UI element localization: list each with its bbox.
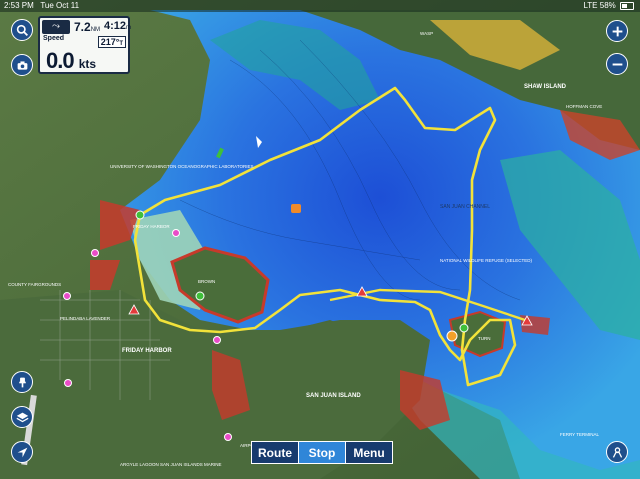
zoom-out-button[interactable]	[606, 53, 628, 75]
label-brown: BROWN	[198, 279, 215, 284]
status-time: 2:53 PM	[4, 1, 34, 10]
label-wildlife-refuge: NATIONAL WILDLIFE REFUGE (SELECTED)	[440, 258, 533, 263]
status-bar: 2:53 PM Tue Oct 11 LTE 58%	[0, 0, 640, 12]
eta-readout: 4:12m	[104, 20, 131, 32]
search-icon	[16, 24, 28, 36]
label-hoffman-cove: HOFFMAN COVE	[566, 104, 602, 109]
instrument-panel[interactable]: ⤳ 7.2NM 4:12m Speed 217°T 0.0 kts	[38, 16, 131, 74]
menu-button[interactable]: Menu	[346, 442, 392, 463]
label-argyle-lagoon: ARGYLE LAGOON SAN JUAN ISLANDS MARINE	[120, 462, 222, 467]
distance-readout: 7.2NM	[74, 20, 100, 34]
search-button[interactable]	[11, 19, 33, 41]
label-turn: TURN	[478, 336, 491, 341]
label-friday-harbor: FRIDAY HARBOR	[122, 348, 172, 354]
heading-ref: T	[119, 41, 123, 47]
heading-value: 217°	[100, 37, 120, 47]
account-button[interactable]	[606, 441, 628, 463]
distance-value: 7.2	[74, 20, 91, 34]
speed-value: 0.0	[46, 48, 75, 73]
label-uw-labs: UNIVERSITY OF WASHINGTON OCEANOGRAPHIC L…	[110, 164, 254, 169]
plus-icon	[612, 26, 622, 36]
camera-button[interactable]	[11, 54, 33, 76]
speed-readout: 0.0 kts	[46, 48, 96, 74]
label-ferry-terminal: FERRY TERMINAL	[560, 432, 600, 437]
battery-icon	[620, 1, 634, 10]
layers-button[interactable]	[11, 406, 33, 428]
pin-icon	[18, 377, 26, 387]
route-nav-icon: ⤳	[42, 20, 70, 34]
route-button[interactable]: Route	[252, 442, 298, 463]
status-battery: 58%	[599, 1, 616, 10]
locate-button[interactable]	[11, 441, 33, 463]
label-san-juan-channel: SAN JUAN CHANNEL	[440, 204, 490, 210]
minus-icon	[612, 63, 622, 65]
speed-label: Speed	[43, 35, 65, 42]
status-date: Tue Oct 11	[40, 1, 80, 10]
layers-icon	[15, 412, 29, 422]
label-pelindaba: PELINDABA LAVENDER	[60, 316, 111, 321]
eta-unit: m	[126, 25, 132, 31]
heading-readout: 217°T	[97, 36, 126, 48]
distance-unit: NM	[90, 27, 101, 33]
label-county-fairgrounds: COUNTY FAIRGROUNDS	[8, 282, 61, 287]
person-icon	[612, 446, 622, 458]
camera-icon	[17, 60, 27, 70]
eta-value: 4:12	[104, 20, 127, 32]
label-wasp: WASP	[420, 31, 433, 36]
label-san-juan-island: SAN JUAN ISLAND	[306, 393, 361, 399]
pin-button[interactable]	[11, 371, 33, 393]
speed-unit: kts	[78, 57, 97, 71]
label-shaw-island: SHAW ISLAND	[524, 84, 567, 90]
status-network: LTE	[583, 1, 598, 10]
location-arrow-icon	[17, 447, 27, 457]
label-friday-harbor-water: FRIDAY HARBOR	[133, 224, 170, 229]
stop-button[interactable]: Stop	[298, 442, 346, 463]
bottom-toolbar: Route Stop Menu	[251, 441, 393, 464]
zoom-in-button[interactable]	[606, 20, 628, 42]
